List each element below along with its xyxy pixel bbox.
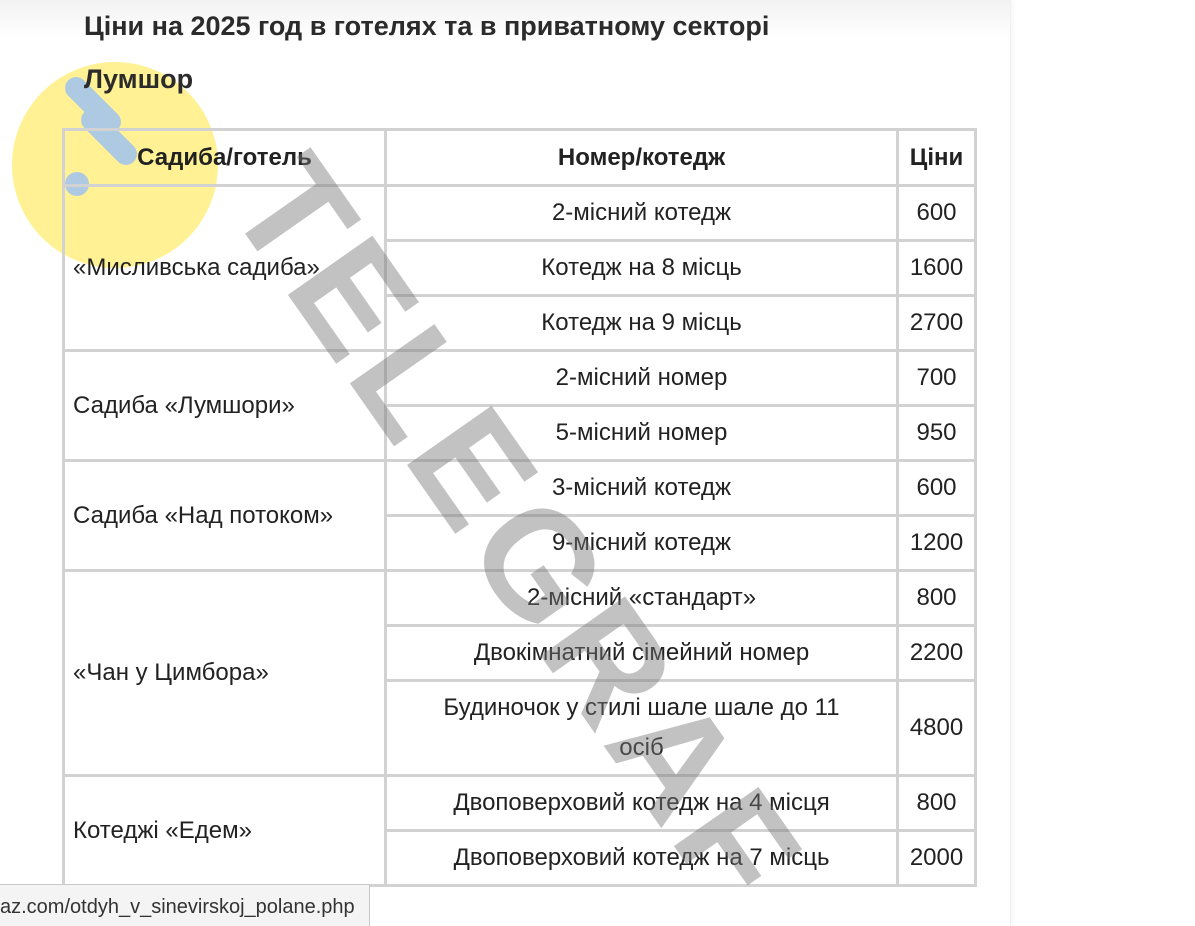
room-cell: 5-місний номер — [383, 404, 900, 462]
price-cell: 1200 — [896, 514, 977, 572]
price-cell: 600 — [896, 184, 977, 242]
place-cell: Садиба «Над потоком» — [62, 459, 387, 572]
price-cell: 800 — [896, 569, 977, 627]
prices-table: Садиба/готель Номер/котедж Ціни «Мисливс… — [62, 128, 977, 887]
column-header-price: Ціни — [896, 128, 977, 187]
price-cell: 800 — [896, 774, 977, 832]
price-cell: 700 — [896, 349, 977, 407]
place-cell: «Мисливська садиба» — [62, 184, 387, 352]
price-cell: 2200 — [896, 624, 977, 682]
room-cell: Будиночок у стилі шале шале до 11 осіб — [383, 679, 900, 777]
table-row: Садиба «Над потоком» 3-місний котедж 600 — [62, 459, 977, 572]
room-cell: 9-місний котедж — [383, 514, 900, 572]
page-title-line2: Лумшор — [84, 64, 194, 94]
column-header-place: Садиба/готель — [62, 128, 387, 187]
room-cell: 2-місний «стандарт» — [383, 569, 900, 627]
price-cell: 1600 — [896, 239, 977, 297]
table-row: «Чан у Цимбора» 2-місний «стандарт» 800 — [62, 569, 977, 777]
room-cell: 2-місний котедж — [383, 184, 900, 242]
room-cell: 2-місний номер — [383, 349, 900, 407]
place-cell: «Чан у Цимбора» — [62, 569, 387, 777]
column-header-room: Номер/котедж — [383, 128, 900, 187]
price-cell: 950 — [896, 404, 977, 462]
table-row: Котеджі «Едем» Двоповерховий котедж на 4… — [62, 774, 977, 887]
table-header-row: Садиба/готель Номер/котедж Ціни — [62, 128, 977, 187]
price-cell: 2000 — [896, 829, 977, 887]
page-title-line1: Ціни на 2025 год в готелях та в приватно… — [84, 11, 770, 41]
place-cell: Садиба «Лумшори» — [62, 349, 387, 462]
room-cell: Двоповерховий котедж на 4 місця — [383, 774, 900, 832]
price-cell: 4800 — [896, 679, 977, 777]
table-row: «Мисливська садиба» 2-місний котедж 600 — [62, 184, 977, 352]
page: Ціни на 2025 год в готелях та в приватно… — [0, 0, 1195, 926]
status-bar-url: az.com/otdyh_v_sinevirskoj_polane.php — [0, 884, 370, 926]
table-row: Садиба «Лумшори» 2-місний номер 700 — [62, 349, 977, 462]
price-cell: 600 — [896, 459, 977, 517]
room-cell: Двокімнатний сімейний номер — [383, 624, 900, 682]
price-cell: 2700 — [896, 294, 977, 352]
room-cell: Котедж на 9 місць — [383, 294, 900, 352]
room-cell: Двоповерховий котедж на 7 місць — [383, 829, 900, 887]
room-cell: Котедж на 8 місць — [383, 239, 900, 297]
room-cell: 3-місний котедж — [383, 459, 900, 517]
page-title: Ціни на 2025 год в готелях та в приватно… — [84, 0, 964, 106]
place-cell: Котеджі «Едем» — [62, 774, 387, 887]
article-panel: Ціни на 2025 год в готелях та в приватно… — [0, 0, 1011, 926]
